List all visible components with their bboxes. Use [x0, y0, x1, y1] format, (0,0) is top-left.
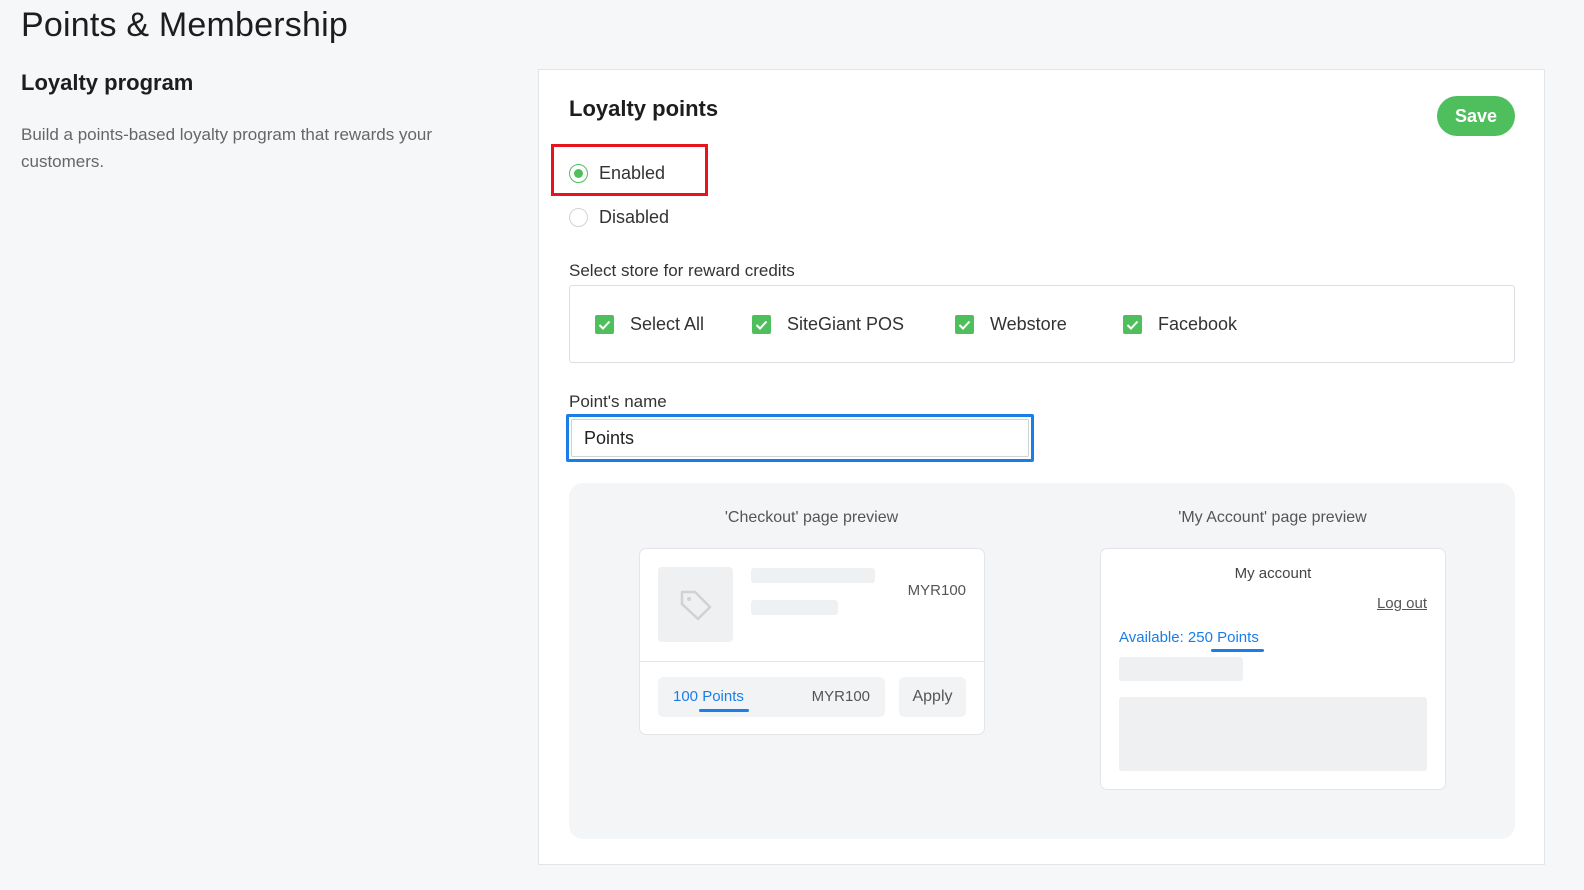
- checkout-price: MYR100: [907, 582, 966, 599]
- check-icon[interactable]: [955, 315, 974, 334]
- checkbox-webstore[interactable]: Webstore: [955, 314, 1067, 335]
- available-points-text: Available: 250 Points: [1119, 629, 1259, 646]
- account-preview-card: My account Log out Available: 250 Points: [1100, 548, 1446, 790]
- radio-disabled[interactable]: Disabled: [569, 204, 669, 230]
- skeleton-line: [751, 600, 838, 615]
- radio-disabled-label: Disabled: [599, 206, 670, 227]
- checkbox-sitegiant-pos[interactable]: SiteGiant POS: [752, 314, 904, 335]
- skeleton-line: [1119, 657, 1243, 681]
- check-icon[interactable]: [595, 315, 614, 334]
- page-title: Points & Membership: [21, 6, 348, 44]
- checkbox-facebook-label: Facebook: [1158, 314, 1238, 334]
- points-underline: [699, 709, 749, 712]
- points-name-label: Point's name: [569, 392, 667, 411]
- available-points-underline: [1211, 649, 1264, 652]
- checkbox-select-all-label: Select All: [630, 314, 705, 334]
- skeleton-line: [751, 568, 875, 583]
- checkbox-facebook[interactable]: Facebook: [1123, 314, 1237, 335]
- account-preview-label: 'My Account' page preview: [1178, 509, 1367, 526]
- checkbox-sitegiant-pos-label: SiteGiant POS: [787, 314, 905, 334]
- radio-disabled-indicator[interactable]: [569, 207, 588, 227]
- card-title: Loyalty points: [569, 96, 719, 121]
- check-icon[interactable]: [752, 315, 771, 334]
- radio-enabled-label: Enabled: [599, 162, 666, 183]
- checkbox-webstore-label: Webstore: [990, 314, 1067, 334]
- points-name-focus-ring: [566, 414, 1034, 462]
- section-title: Loyalty program: [21, 70, 194, 95]
- points-name-input[interactable]: [571, 419, 1029, 457]
- tag-icon: [658, 567, 733, 642]
- points-redeem-price: MYR100: [811, 688, 870, 705]
- account-heading: My account: [1234, 565, 1312, 582]
- checkout-preview-card: MYR100 100 Points MYR100 Apply: [639, 548, 985, 735]
- section-description: Build a points-based loyalty program tha…: [21, 125, 433, 171]
- skeleton-block: [1119, 697, 1427, 771]
- preview-area: 'Checkout' page preview 'My Account' pag…: [569, 483, 1515, 839]
- apply-button[interactable]: Apply: [899, 677, 966, 717]
- store-checkbox-group: Select All SiteGiant POS Webstore Facebo…: [569, 285, 1515, 363]
- divider: [640, 661, 984, 662]
- check-icon[interactable]: [1123, 315, 1142, 334]
- points-redeem-text: 100 Points: [673, 688, 744, 705]
- points-redeem-pill: 100 Points MYR100: [658, 677, 885, 717]
- loyalty-points-card: Loyalty points Save Enabled Disabled Sel…: [538, 69, 1545, 865]
- logout-link[interactable]: Log out: [1377, 595, 1427, 612]
- store-select-label: Select store for reward credits: [569, 261, 795, 280]
- radio-enabled-indicator[interactable]: [569, 163, 588, 183]
- checkbox-select-all[interactable]: Select All: [595, 314, 704, 335]
- checkout-preview-label: 'Checkout' page preview: [724, 509, 899, 526]
- save-button[interactable]: Save: [1437, 96, 1515, 136]
- radio-enabled[interactable]: Enabled: [569, 160, 665, 186]
